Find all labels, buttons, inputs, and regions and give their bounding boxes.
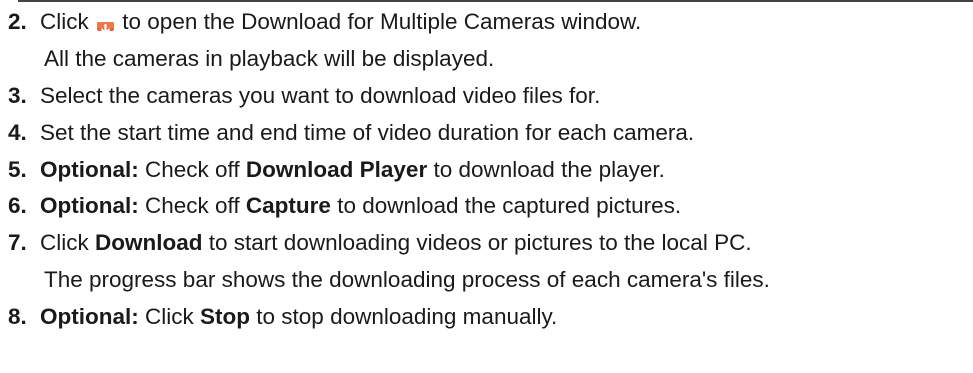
step-text: to download the captured pictures. <box>337 193 682 219</box>
step-number: 5. <box>8 156 27 182</box>
step-2-note: All the cameras in playback will be disp… <box>44 45 495 71</box>
step-8: 8. Optional: Click Stop to stop downloadi… <box>8 299 973 336</box>
step-5: 5. Optional: Check off Download Player to… <box>8 152 973 189</box>
step-text: Check off <box>145 193 240 219</box>
step-number: 2. <box>8 9 27 34</box>
optional-label: Optional: <box>40 304 139 330</box>
step-text: to open the Download for Multiple Camera… <box>122 9 642 34</box>
step-text: to stop downloading manually. <box>256 304 558 330</box>
step-number: 4. <box>8 119 27 145</box>
button-name: Stop <box>200 304 251 330</box>
step-7-note: The progress bar shows the downloading p… <box>44 267 770 293</box>
step-3: 3. Select the cameras you want to downloa… <box>8 78 973 115</box>
step-number: 3. <box>8 82 27 108</box>
step-text: Click <box>40 9 89 34</box>
optional-label: Optional: <box>40 193 139 219</box>
step-7: 7. Click Download to start downloading vi… <box>8 225 973 262</box>
step-number: 8. <box>8 304 27 330</box>
step-2: 2. Click to open the Download for Multipl… <box>8 4 973 41</box>
instruction-list: 2. Click to open the Download for Multipl… <box>8 4 973 336</box>
step-text: Click <box>145 304 194 330</box>
option-name: Capture <box>245 193 331 219</box>
button-name: Download <box>95 230 203 256</box>
step-number: 7. <box>8 230 27 256</box>
step-text: Click <box>40 230 89 256</box>
step-text: Set the start time and end time of video… <box>40 119 695 145</box>
step-text: Select the cameras you want to download … <box>40 82 601 108</box>
step-6: 6. Optional: Check off Capture to downloa… <box>8 188 973 225</box>
step-text: to start downloading videos or pictures … <box>208 230 752 256</box>
step-number: 6. <box>8 193 27 219</box>
step-text: Check off <box>145 156 240 182</box>
step-text: to download the player. <box>433 156 665 182</box>
download-icon <box>97 14 115 31</box>
optional-label: Optional: <box>40 156 139 182</box>
step-4: 4. Set the start time and end time of vid… <box>8 115 973 152</box>
option-name: Download Player <box>245 156 428 182</box>
top-divider <box>18 0 973 2</box>
